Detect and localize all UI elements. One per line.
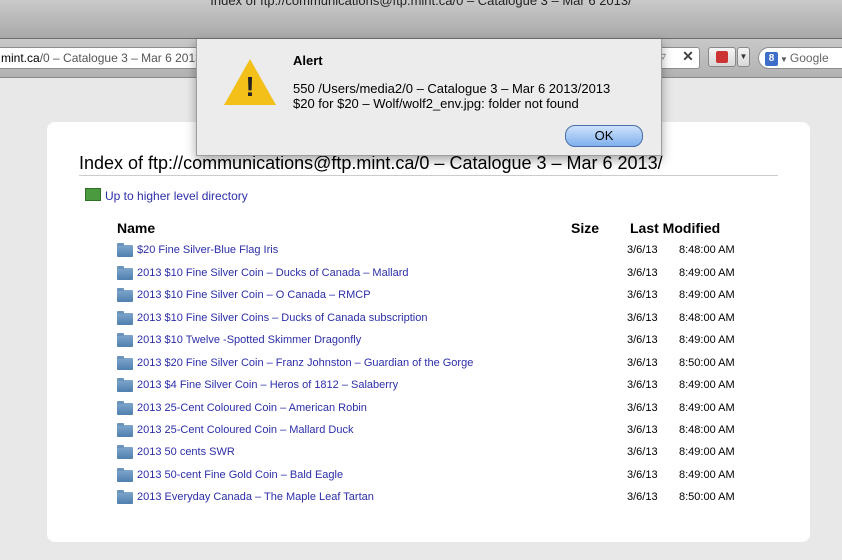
modified-time: 8:49:00 AM	[679, 402, 735, 414]
modified-time: 8:50:00 AM	[679, 491, 735, 503]
table-row[interactable]: 2013 $10 Fine Silver Coin – Ducks of Can…	[117, 266, 747, 287]
window-title: Index of ftp://communications@ftp.mint.c…	[210, 0, 632, 8]
alert-message-line: 550 /Users/media2/0 – Catalogue 3 – Mar …	[293, 81, 611, 96]
table-row[interactable]: 2013 50-cent Fine Gold Coin – Bald Eagle…	[117, 468, 747, 489]
file-name-link[interactable]: 2013 25-Cent Coloured Coin – Mallard Duc…	[137, 424, 353, 436]
url-path: /0 – Catalogue 3 – Mar 6 2013/	[39, 51, 206, 65]
search-placeholder: Google	[789, 51, 829, 65]
file-name-link[interactable]: 2013 $10 Fine Silver Coin – Ducks of Can…	[137, 267, 408, 279]
folder-icon	[117, 378, 133, 392]
table-row[interactable]: $20 Fine Silver-Blue Flag Iris 3/6/13 8:48…	[117, 243, 747, 264]
table-row[interactable]: 2013 $10 Fine Silver Coins – Ducks of Ca…	[117, 311, 747, 332]
alert-dialog: ! Alert 550 /Users/media2/0 – Catalogue …	[196, 39, 662, 156]
modified-date: 3/6/13	[627, 357, 658, 369]
modified-time: 8:49:00 AM	[679, 334, 735, 346]
modified-time: 8:48:00 AM	[679, 312, 735, 324]
alert-message-line: $20 for $20 – Wolf/wolf2_env.jpg: folder…	[293, 96, 579, 111]
ok-button[interactable]: OK	[565, 125, 643, 147]
folder-icon	[117, 445, 133, 459]
modified-date: 3/6/13	[627, 424, 658, 436]
up-folder-icon	[85, 188, 101, 201]
search-field[interactable]: 8 ▼ Google	[758, 47, 842, 69]
modified-time: 8:49:00 AM	[679, 469, 735, 481]
modified-time: 8:49:00 AM	[679, 446, 735, 458]
table-row[interactable]: 2013 $4 Fine Silver Coin – Heros of 1812…	[117, 378, 747, 399]
url-domain: mint.ca	[1, 51, 40, 65]
modified-time: 8:49:00 AM	[679, 267, 735, 279]
folder-icon	[117, 468, 133, 482]
file-name-link[interactable]: 2013 $10 Twelve -Spotted Skimmer Dragonf…	[137, 334, 361, 346]
modified-date: 3/6/13	[627, 491, 658, 503]
modified-date: 3/6/13	[627, 334, 658, 346]
modified-time: 8:48:00 AM	[679, 424, 735, 436]
table-row[interactable]: 2013 25-Cent Coloured Coin – American Ro…	[117, 401, 747, 422]
table-row[interactable]: 2013 25-Cent Coloured Coin – Mallard Duc…	[117, 423, 747, 444]
modified-date: 3/6/13	[627, 267, 658, 279]
google-icon: 8	[765, 51, 778, 66]
exclamation-icon: !	[245, 71, 255, 102]
table-row[interactable]: 2013 50 cents SWR 3/6/13 8:49:00 AM	[117, 445, 747, 466]
table-row[interactable]: 2013 $20 Fine Silver Coin – Franz Johnst…	[117, 356, 747, 377]
alert-message: 550 /Users/media2/0 – Catalogue 3 – Mar …	[293, 81, 653, 111]
table-row[interactable]: 2013 $10 Twelve -Spotted Skimmer Dragonf…	[117, 333, 747, 354]
modified-time: 8:49:00 AM	[679, 289, 735, 301]
folder-icon	[117, 333, 133, 347]
chevron-down-icon[interactable]: ▼	[780, 55, 788, 64]
file-name-link[interactable]: 2013 Everyday Canada – The Maple Leaf Ta…	[137, 491, 374, 503]
close-icon[interactable]: ✕	[678, 47, 698, 65]
modified-time: 8:50:00 AM	[679, 357, 735, 369]
file-name-link[interactable]: 2013 50-cent Fine Gold Coin – Bald Eagle	[137, 469, 343, 481]
table-row[interactable]: 2013 Everyday Canada – The Maple Leaf Ta…	[117, 490, 747, 511]
modified-time: 8:48:00 AM	[679, 244, 735, 256]
window-titlebar: Index of ftp://communications@ftp.mint.c…	[0, 0, 842, 39]
up-directory-link[interactable]: Up to higher level directory	[85, 188, 248, 203]
file-name-link[interactable]: 2013 25-Cent Coloured Coin – American Ro…	[137, 402, 367, 414]
file-name-link[interactable]: 2013 50 cents SWR	[137, 446, 235, 458]
folder-icon	[117, 356, 133, 370]
modified-date: 3/6/13	[627, 289, 658, 301]
folder-icon	[117, 243, 133, 257]
file-name-link[interactable]: 2013 $10 Fine Silver Coin – O Canada – R…	[137, 289, 371, 301]
blocker-icon[interactable]	[708, 47, 736, 67]
modified-date: 3/6/13	[627, 446, 658, 458]
blocker-menu-chevron-icon[interactable]: ▼	[737, 47, 750, 67]
column-header-name[interactable]: Name	[117, 220, 155, 236]
file-name-link[interactable]: $20 Fine Silver-Blue Flag Iris	[137, 244, 278, 256]
up-directory-label: Up to higher level directory	[105, 189, 248, 203]
folder-icon	[117, 266, 133, 280]
folder-icon	[117, 401, 133, 415]
folder-icon	[117, 490, 133, 504]
modified-date: 3/6/13	[627, 402, 658, 414]
folder-icon	[117, 423, 133, 437]
modified-date: 3/6/13	[627, 244, 658, 256]
alert-title: Alert	[293, 53, 323, 68]
modified-time: 8:49:00 AM	[679, 379, 735, 391]
modified-date: 3/6/13	[627, 469, 658, 481]
modified-date: 3/6/13	[627, 379, 658, 391]
page-title: Index of ftp://communications@ftp.mint.c…	[79, 153, 663, 173]
divider	[79, 175, 778, 176]
folder-icon	[117, 288, 133, 302]
column-header-size[interactable]: Size	[571, 220, 599, 236]
modified-date: 3/6/13	[627, 312, 658, 324]
folder-icon	[117, 311, 133, 325]
file-name-link[interactable]: 2013 $20 Fine Silver Coin – Franz Johnst…	[137, 357, 473, 369]
file-name-link[interactable]: 2013 $4 Fine Silver Coin – Heros of 1812…	[137, 379, 398, 391]
file-name-link[interactable]: 2013 $10 Fine Silver Coins – Ducks of Ca…	[137, 312, 427, 324]
column-header-modified[interactable]: Last Modified	[630, 220, 720, 236]
table-row[interactable]: 2013 $10 Fine Silver Coin – O Canada – R…	[117, 288, 747, 309]
